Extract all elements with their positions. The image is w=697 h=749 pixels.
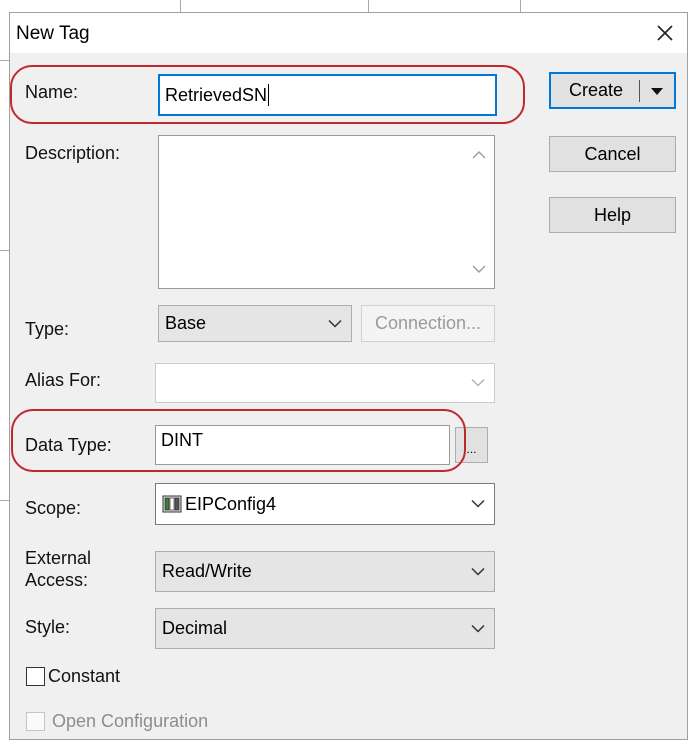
external-access-label-line1: External <box>25 548 92 568</box>
help-button[interactable]: Help <box>549 197 676 233</box>
description-label: Description: <box>25 143 121 163</box>
chevron-down-icon <box>471 499 485 508</box>
chevron-down-icon <box>328 319 342 328</box>
data-type-input[interactable]: DINT <box>155 425 450 465</box>
name-value: RetrievedSN <box>165 84 268 105</box>
scroll-down-icon[interactable] <box>472 264 486 274</box>
scope-select[interactable]: EIPConfig4 <box>155 483 495 525</box>
type-select[interactable]: Base <box>158 305 352 342</box>
scope-label: Scope: <box>25 498 82 518</box>
external-access-selected-value: Read/Write <box>162 561 252 581</box>
alias-for-select[interactable] <box>155 363 495 403</box>
data-type-browse-button[interactable]: ... <box>455 427 488 463</box>
style-label: Style: <box>25 617 71 637</box>
style-select[interactable]: Decimal <box>155 608 495 649</box>
chevron-down-icon <box>471 378 485 387</box>
background-line <box>0 60 9 61</box>
constant-checkbox[interactable] <box>26 667 45 686</box>
background-line <box>368 0 369 12</box>
title-bar: New Tag <box>10 13 687 53</box>
data-type-label: Data Type: <box>25 435 112 455</box>
connection-button[interactable]: Connection... <box>361 305 495 342</box>
name-label: Name: <box>25 82 79 102</box>
new-tag-dialog: New Tag Name: RetrievedSN Description: T… <box>9 12 688 740</box>
background-line <box>520 0 521 12</box>
chevron-down-icon <box>471 567 485 576</box>
create-button-label: Create <box>569 80 624 100</box>
alias-for-label: Alias For: <box>25 370 102 390</box>
open-configuration-label[interactable]: Open Configuration <box>52 711 208 731</box>
scope-selected-value: EIPConfig4 <box>185 493 277 514</box>
type-selected-value: Base <box>165 313 207 333</box>
constant-label[interactable]: Constant <box>48 666 120 686</box>
background-line <box>0 250 9 251</box>
text-cursor <box>268 84 270 106</box>
controller-icon <box>162 494 182 514</box>
cancel-button[interactable]: Cancel <box>549 136 676 172</box>
background-line <box>0 500 9 501</box>
external-access-label-line2: Access: <box>25 570 89 590</box>
external-access-select[interactable]: Read/Write <box>155 551 495 592</box>
close-icon <box>657 25 673 41</box>
name-input[interactable]: RetrievedSN <box>158 74 497 116</box>
data-type-value: DINT <box>161 430 203 450</box>
split-divider <box>639 80 640 102</box>
description-textarea[interactable] <box>158 135 495 289</box>
style-selected-value: Decimal <box>162 618 228 638</box>
create-button[interactable]: Create <box>549 72 676 109</box>
background-line <box>180 0 181 12</box>
scroll-up-icon[interactable] <box>472 150 486 160</box>
dropdown-arrow-icon[interactable] <box>650 87 664 96</box>
chevron-down-icon <box>471 624 485 633</box>
dialog-title: New Tag <box>16 23 90 44</box>
open-configuration-checkbox[interactable] <box>26 712 45 731</box>
type-label: Type: <box>25 319 70 339</box>
close-button[interactable] <box>643 13 687 53</box>
